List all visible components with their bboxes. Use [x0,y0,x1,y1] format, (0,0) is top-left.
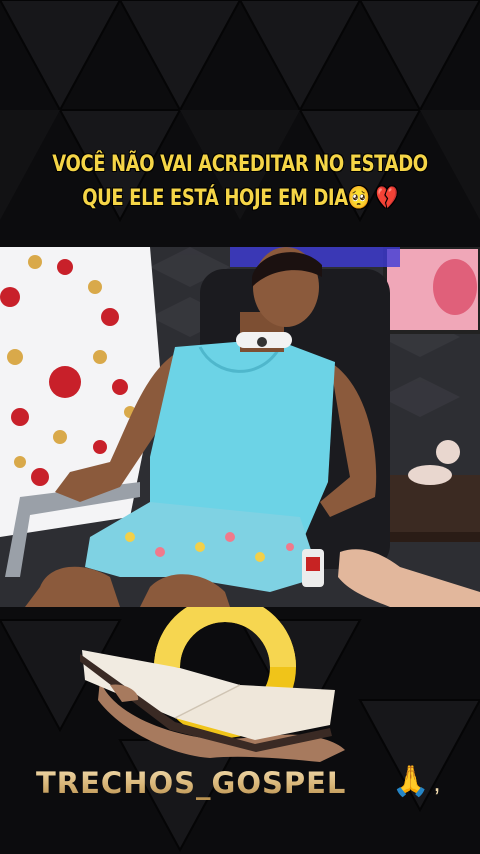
open-book-icon [80,650,345,762]
brand-name: TRECHOS_GOSPEL [36,766,347,800]
pleading-face-icon: 🥺 [347,186,370,211]
caption-line-2: QUE ELE ESTÁ HOJE EM DIA🥺 💔 [43,182,437,216]
brand-suffix: , [433,767,441,797]
caption-line-1: VOCÊ NÃO VAI ACREDITAR NO ESTADO [52,152,428,177]
broken-heart-icon: 💔 [375,186,398,211]
praying-hands-icon: 🙏, [392,764,441,799]
praying-hands-glyph: 🙏 [392,765,430,798]
headline-caption: VOCÊ NÃO VAI ACREDITAR NO ESTADO QUE ELE… [43,148,437,216]
caption-line-2-text: QUE ELE ESTÁ HOJE EM DIA [82,186,348,211]
video-frame-photo [0,247,480,607]
